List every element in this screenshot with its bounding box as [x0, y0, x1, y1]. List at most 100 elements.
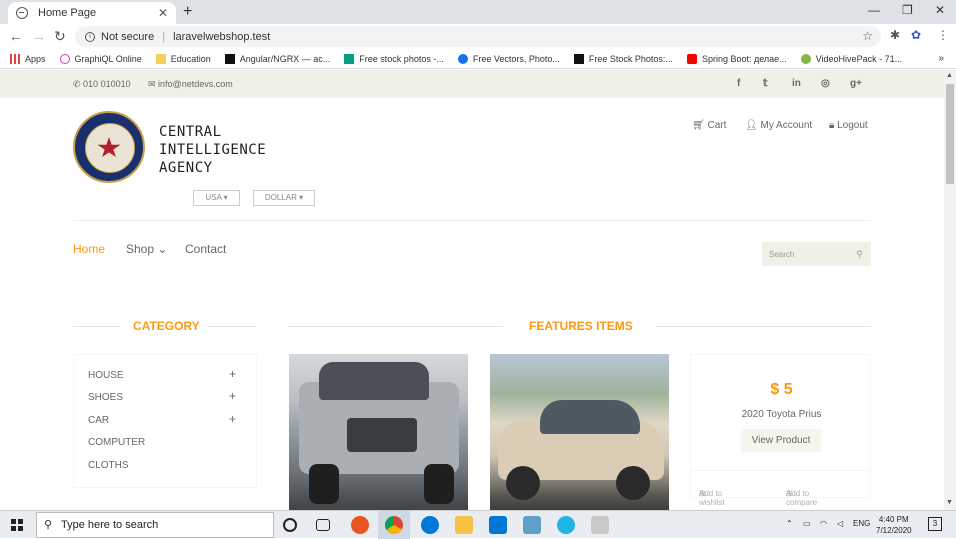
view-product-button[interactable]: View Product: [741, 429, 821, 452]
profile-icon[interactable]: ✿: [911, 28, 921, 42]
bookmark-graphiql[interactable]: GraphiQL Online: [59, 53, 142, 64]
taskbar-search-input[interactable]: ⚲ Type here to search: [36, 512, 274, 538]
restore-window-button[interactable]: ❐: [902, 3, 913, 17]
linkedin-icon[interactable]: in: [792, 78, 801, 89]
folder-icon: [155, 53, 166, 64]
paint-icon[interactable]: [591, 516, 609, 534]
cart-link[interactable]: 🛒︎ Cart: [692, 120, 726, 131]
scrollbar-thumb[interactable]: [946, 84, 954, 184]
bookmark-apps[interactable]: Apps: [10, 53, 46, 64]
expand-plus-icon[interactable]: +: [229, 389, 236, 403]
system-clock[interactable]: 4:40 PM 7/12/2020: [876, 514, 912, 536]
twitter-icon[interactable]: 𝕥: [763, 78, 768, 89]
info-icon[interactable]: i: [85, 31, 95, 42]
bookmark-star-icon[interactable]: ☆: [862, 29, 873, 43]
app-icon[interactable]: [523, 516, 541, 534]
new-tab-button[interactable]: +: [183, 3, 192, 21]
phone-contact: ✆ 010 010010: [73, 79, 131, 89]
currency-dropdown[interactable]: DOLLAR ▾: [253, 190, 315, 206]
phone-icon: ✆: [73, 79, 84, 89]
expand-plus-icon[interactable]: +: [229, 367, 236, 381]
category-shoes[interactable]: SHOES: [88, 392, 123, 403]
tab-home-page[interactable]: Home Page ✕: [8, 2, 176, 24]
bookmark-free-stock-photos[interactable]: Free Stock Photos:...: [573, 53, 673, 64]
minimize-window-button[interactable]: —: [868, 3, 880, 17]
bookmarks-bar: Apps GraphiQL Online Education Angular/N…: [0, 49, 956, 69]
volume-icon[interactable]: ◁: [837, 519, 843, 528]
language-indicator[interactable]: ENG: [853, 519, 870, 528]
bookmark-videohivepack[interactable]: VideoHivePack - 71...: [800, 53, 902, 64]
close-tab-icon[interactable]: ✕: [158, 6, 168, 20]
user-icon: 👤︎: [745, 120, 761, 131]
country-dropdown[interactable]: USA ▾: [193, 190, 240, 206]
windows-taskbar: ⚲ Type here to search ⌃ ▭ ◠ ◁ ENG 4:40 P…: [0, 510, 956, 539]
file-explorer-icon[interactable]: [455, 516, 473, 534]
forward-button[interactable]: →: [32, 28, 46, 44]
more-bookmarks-icon[interactable]: »: [938, 53, 944, 64]
burst-icon: [573, 53, 584, 64]
close-window-button[interactable]: ✕: [935, 3, 945, 17]
back-button[interactable]: ←: [9, 28, 23, 44]
reload-button[interactable]: ↻: [54, 28, 66, 45]
product-image-lexus[interactable]: [490, 354, 669, 510]
category-computer[interactable]: COMPUTER: [88, 437, 145, 448]
product-image-toyota-suv[interactable]: [289, 354, 468, 510]
battery-icon[interactable]: ▭: [803, 519, 811, 528]
search-placeholder: Search: [769, 250, 795, 259]
bookmark-education[interactable]: Education: [155, 53, 211, 64]
features-line-right: [656, 326, 871, 327]
google-plus-icon[interactable]: g+: [850, 78, 862, 89]
bookmark-angular[interactable]: Angular/NGRX — ac...: [224, 53, 330, 64]
expand-plus-icon[interactable]: +: [229, 412, 236, 426]
nav-home[interactable]: Home: [73, 242, 105, 256]
product-card: $ 5 2020 Toyota Prius View Product ⊞ Add…: [690, 354, 872, 507]
extensions-icon[interactable]: ✱: [890, 28, 900, 42]
webpage: ✆ 010 010010 ✉ info@netdevs.com f 𝕥 in ◎…: [0, 70, 944, 510]
security-label: Not secure: [101, 30, 155, 43]
nav-contact[interactable]: Contact: [185, 242, 226, 256]
edge-icon[interactable]: [421, 516, 439, 534]
category-cloths[interactable]: CLOTHS: [88, 460, 129, 471]
notifications-icon[interactable]: 3: [928, 517, 942, 531]
features-title: FEATURES ITEMS: [529, 319, 633, 333]
videohive-icon: [800, 53, 811, 64]
envelope-icon: ✉: [148, 79, 159, 89]
chrome-icon[interactable]: [385, 516, 403, 534]
product-name: 2020 Toyota Prius: [741, 409, 822, 420]
search-icon[interactable]: ⚲: [856, 249, 863, 260]
cia-logo[interactable]: [73, 111, 145, 183]
my-account-link[interactable]: 👤︎ My Account: [745, 120, 812, 131]
bookmark-stock-photos[interactable]: Free stock photos -...: [344, 53, 444, 64]
address-bar[interactable]: i Not secure | laravelwebshop.test ☆: [75, 26, 881, 47]
task-view-icon[interactable]: [316, 519, 330, 531]
logout-link[interactable]: 🔒︎ Logout: [829, 120, 868, 131]
scroll-up-arrow-icon[interactable]: ▲: [946, 72, 953, 79]
windows-start-icon[interactable]: [11, 519, 23, 531]
mail-icon[interactable]: [489, 516, 507, 534]
category-line-left: [73, 326, 121, 327]
scroll-down-arrow-icon[interactable]: ▼: [946, 499, 953, 506]
chrome-menu-icon[interactable]: ⋮: [937, 28, 949, 42]
nav-shop[interactable]: Shop ⌄: [126, 242, 167, 256]
search-input[interactable]: Search ⚲: [762, 242, 871, 266]
show-hidden-icons-icon[interactable]: ⌃: [786, 519, 793, 528]
cart-icon: 🛒︎: [692, 120, 708, 131]
facebook-icon[interactable]: f: [737, 78, 740, 89]
category-house[interactable]: HOUSE: [88, 370, 124, 381]
cortana-icon[interactable]: [283, 518, 297, 532]
app-icon[interactable]: [557, 516, 575, 534]
category-car[interactable]: CAR: [88, 415, 109, 426]
freepik-icon: [457, 53, 468, 64]
medium-icon: [224, 53, 235, 64]
bookmark-free-vectors[interactable]: Free Vectors, Photo...: [457, 53, 560, 64]
caret-down-icon: ▾: [299, 193, 304, 202]
email-contact: ✉ info@netdevs.com: [148, 79, 233, 89]
bookmark-spring-boot[interactable]: Spring Boot: делае...: [686, 53, 787, 64]
chevron-down-icon: ⌄: [157, 242, 168, 256]
ubuntu-icon[interactable]: [351, 516, 369, 534]
wifi-icon[interactable]: ◠: [820, 519, 827, 528]
dribbble-icon[interactable]: ◎: [821, 78, 830, 89]
page-scrollbar[interactable]: ▲ ▼: [944, 70, 956, 510]
header-divider: [73, 220, 871, 221]
tab-title: Home Page: [38, 7, 97, 19]
